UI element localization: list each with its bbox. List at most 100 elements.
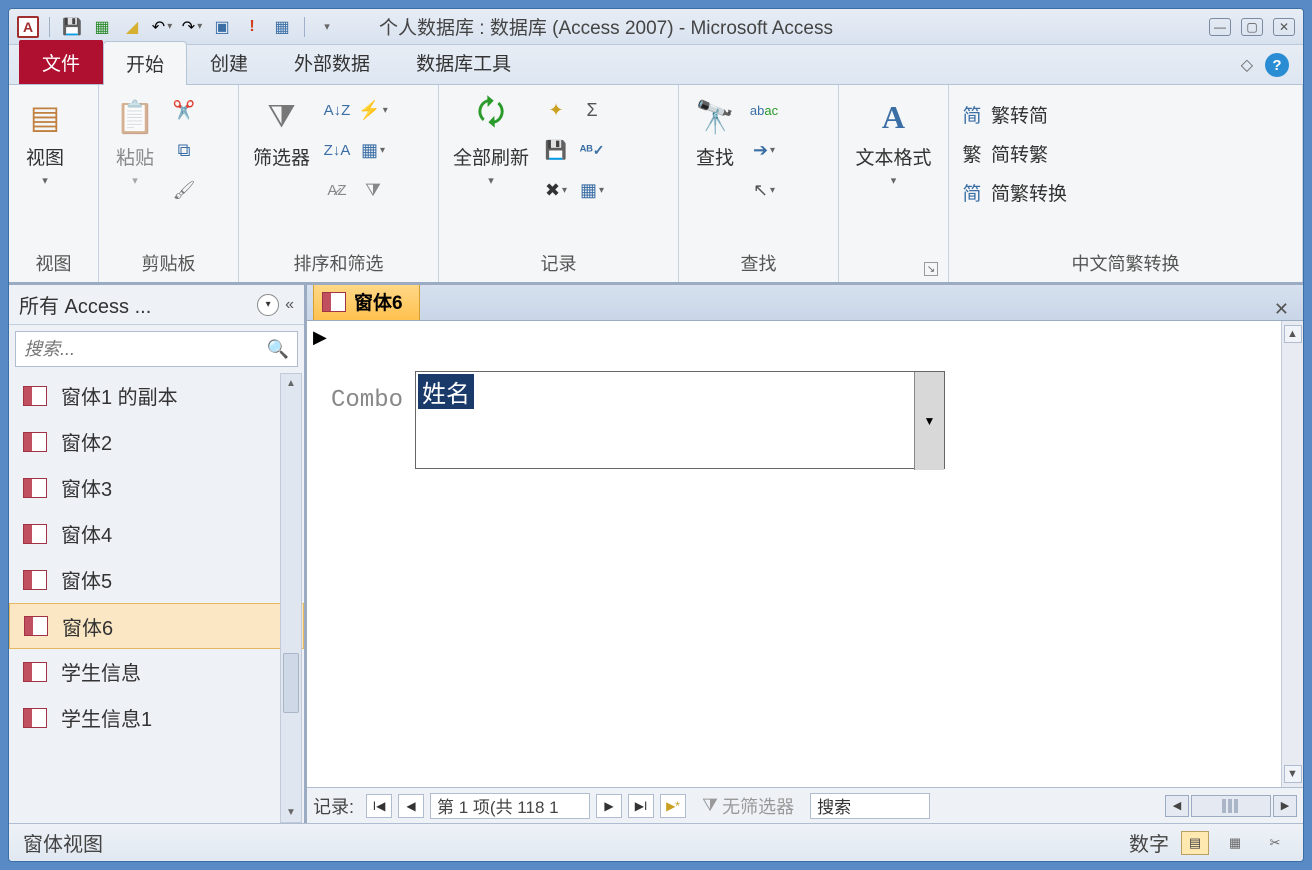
nav-scrollbar[interactable]: ▲ ▼ — [280, 373, 302, 823]
nav-item-label: 窗体5 — [61, 565, 112, 594]
record-search-box[interactable]: 搜索 — [810, 793, 930, 819]
chinese-convert-button[interactable]: 简 简繁转换 — [957, 177, 1071, 208]
nav-search-input[interactable] — [24, 339, 267, 360]
scroll-down-icon[interactable]: ▼ — [1284, 765, 1302, 783]
spelling-icon[interactable]: ᴬᴮ✓ — [577, 135, 607, 165]
text-format-label: 文本格式 — [855, 143, 931, 170]
document-tab[interactable]: 窗体6 — [313, 283, 420, 320]
copy-icon[interactable]: ⧉ — [169, 135, 199, 165]
combo-box-value[interactable]: 姓名 — [418, 374, 474, 409]
tab-database-tools[interactable]: 数据库工具 — [393, 40, 534, 84]
tab-home[interactable]: 开始 — [103, 41, 187, 85]
form-view-button[interactable]: ▤ — [1181, 831, 1209, 855]
redo-icon[interactable]: ↷ — [180, 15, 204, 39]
nav-pane-header[interactable]: 所有 Access ... ▾ « — [9, 285, 304, 325]
nav-collapse-icon[interactable]: « — [285, 296, 294, 314]
select-icon[interactable]: ↖ — [749, 175, 779, 205]
qat-customize-icon[interactable]: ▾ — [315, 15, 339, 39]
undo-icon[interactable]: ↶ — [150, 15, 174, 39]
refresh-all-button[interactable]: 🗘 全部刷新 ▾ — [447, 91, 535, 191]
form-canvas[interactable]: ▶ Combo 姓名 ▼ ▲ ▼ — [307, 321, 1303, 787]
document-close-icon[interactable]: ✕ — [1260, 299, 1303, 320]
advanced-filter-icon[interactable]: ▦ — [358, 135, 388, 165]
dropdown-icon: ▾ — [891, 174, 897, 187]
horizontal-scrollbar[interactable]: ◀ ▶ — [1165, 795, 1297, 817]
canvas-vertical-scrollbar[interactable]: ▲ ▼ — [1281, 321, 1303, 787]
nav-category-dropdown-icon[interactable]: ▾ — [257, 294, 279, 316]
delete-record-icon[interactable]: ✖ — [541, 175, 571, 205]
next-record-button[interactable]: ▶ — [596, 794, 622, 818]
tab-external-data[interactable]: 外部数据 — [271, 40, 393, 84]
goto-icon[interactable]: ➔ — [749, 135, 779, 165]
warning-icon[interactable]: ! — [240, 15, 264, 39]
minimize-button[interactable]: — — [1209, 18, 1231, 36]
view-button[interactable]: ▤ 视图 ▾ — [17, 91, 73, 191]
selection-filter-icon[interactable]: ⚡ — [358, 95, 388, 125]
datasheet-icon[interactable]: ▦ — [270, 15, 294, 39]
nav-item[interactable]: 学生信息 — [9, 649, 304, 695]
nav-item[interactable]: 窗体1 的副本 — [9, 373, 304, 419]
nav-search-box[interactable]: 🔍 — [15, 331, 298, 367]
sort-desc-icon[interactable]: Z↓A — [322, 135, 352, 165]
find-button-label: 查找 — [696, 143, 734, 170]
sort-asc-icon[interactable]: A↓Z — [322, 95, 352, 125]
format-painter-icon[interactable]: 🖌 — [169, 175, 199, 205]
scroll-up-icon[interactable]: ▲ — [286, 378, 296, 389]
scroll-thumb[interactable] — [283, 653, 299, 713]
scroll-down-icon[interactable]: ▼ — [286, 807, 296, 818]
new-record-icon[interactable]: ✦ — [541, 95, 571, 125]
help-icon[interactable]: ? — [1265, 53, 1289, 77]
new-record-button[interactable]: ▶* — [660, 794, 686, 818]
scroll-left-icon[interactable]: ◀ — [1165, 795, 1189, 817]
combo-box-control[interactable]: 姓名 ▼ — [415, 371, 945, 469]
save-record-icon[interactable]: 💾 — [541, 135, 571, 165]
clear-sort-icon[interactable]: A̷Z — [322, 175, 352, 205]
replace-icon[interactable]: abac — [749, 95, 779, 125]
datasheet-view-button[interactable]: ▦ — [1221, 831, 1249, 855]
paste-button[interactable]: 📋 粘贴 ▾ — [107, 91, 163, 191]
form-icon — [23, 570, 47, 590]
nav-item[interactable]: 窗体4 — [9, 511, 304, 557]
totals-icon[interactable]: Σ — [577, 95, 607, 125]
record-position-box[interactable]: 第 1 项(共 118 1 — [430, 793, 590, 819]
scroll-right-icon[interactable]: ▶ — [1273, 795, 1297, 817]
last-record-button[interactable]: ▶I — [628, 794, 654, 818]
filter-button[interactable]: ⧩ 筛选器 — [247, 91, 316, 174]
dialog-launcher-icon[interactable]: ↘ — [924, 262, 938, 276]
prev-record-button[interactable]: ◀ — [398, 794, 424, 818]
find-button[interactable]: 🔭 查找 — [687, 91, 743, 174]
trad-to-simp-button[interactable]: 简 繁转简 — [957, 99, 1052, 130]
nav-item[interactable]: 学生信息1 — [9, 695, 304, 741]
toggle-filter-icon[interactable]: ⧩ — [358, 175, 388, 205]
ribbon: ▤ 视图 ▾ 视图 📋 粘贴 ▾ ✂️ ⧉ 🖌 剪贴板 — [9, 85, 1303, 283]
nav-item[interactable]: 窗体6 — [9, 603, 304, 649]
text-format-button[interactable]: A 文本格式 ▾ — [849, 91, 937, 191]
convert-icon: 简 — [961, 182, 983, 204]
excel-export-icon[interactable]: ▦ — [90, 15, 114, 39]
combo-field-label: Combo — [331, 387, 403, 414]
maximize-button[interactable]: ▢ — [1241, 18, 1263, 36]
status-bar: 窗体视图 数字 ▤ ▦ ✂ — [9, 823, 1303, 861]
tab-create[interactable]: 创建 — [187, 40, 271, 84]
more-records-icon[interactable]: ▦ — [577, 175, 607, 205]
layout-view-button[interactable]: ✂ — [1261, 831, 1289, 855]
highlight-icon[interactable]: ◢ — [120, 15, 144, 39]
ribbon-minimize-icon[interactable]: ◇ — [1241, 55, 1253, 75]
save-icon[interactable]: 💾 — [60, 15, 84, 39]
first-record-button[interactable]: I◀ — [366, 794, 392, 818]
form-design-icon[interactable]: ▣ — [210, 15, 234, 39]
close-button[interactable]: ✕ — [1273, 18, 1295, 36]
cut-icon[interactable]: ✂️ — [169, 95, 199, 125]
scroll-up-icon[interactable]: ▲ — [1284, 325, 1302, 343]
simp-to-trad-button[interactable]: 繁 简转繁 — [957, 138, 1052, 169]
combo-dropdown-button[interactable]: ▼ — [914, 372, 944, 470]
search-icon[interactable]: 🔍 — [267, 339, 289, 360]
nav-item[interactable]: 窗体3 — [9, 465, 304, 511]
nav-item[interactable]: 窗体5 — [9, 557, 304, 603]
nav-item[interactable]: 窗体2 — [9, 419, 304, 465]
tab-file[interactable]: 文件 — [19, 40, 103, 84]
nav-item-label: 学生信息1 — [61, 703, 152, 732]
record-selector-icon[interactable]: ▶ — [313, 327, 327, 348]
access-app-icon[interactable]: A — [17, 16, 39, 38]
scroll-track[interactable] — [1191, 795, 1271, 817]
